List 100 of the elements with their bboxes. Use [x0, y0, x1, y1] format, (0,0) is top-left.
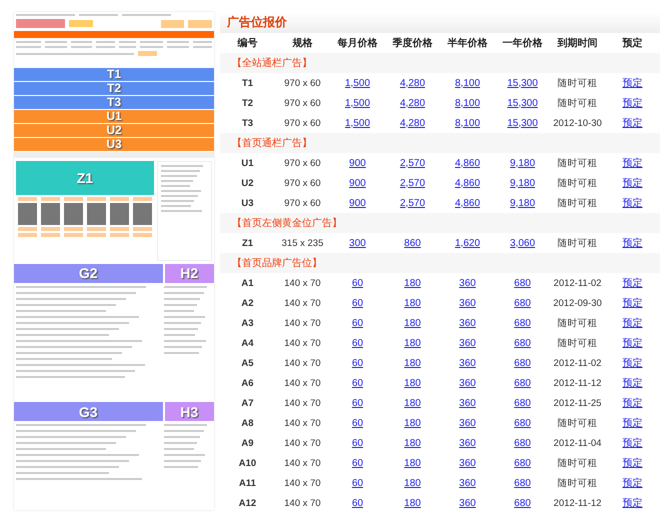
reserve-link[interactable]: 预定 — [622, 356, 642, 370]
reserve-link[interactable]: 预定 — [622, 96, 642, 110]
price-link[interactable]: 60 — [352, 478, 364, 488]
price-link[interactable]: 1,500 — [344, 118, 370, 128]
price-link[interactable]: 180 — [404, 358, 421, 368]
reserve-link[interactable]: 预定 — [622, 396, 642, 410]
reserve-link[interactable]: 预定 — [622, 336, 642, 350]
price-link[interactable]: 180 — [404, 398, 421, 408]
price-link[interactable]: 2,570 — [400, 178, 426, 188]
price-link[interactable]: 680 — [514, 278, 531, 288]
price-link[interactable]: 900 — [349, 158, 366, 168]
price-link[interactable]: 60 — [352, 298, 364, 308]
price-link[interactable]: 60 — [352, 418, 364, 428]
reserve-link[interactable]: 预定 — [622, 316, 642, 330]
price-link[interactable]: 8,100 — [454, 98, 480, 108]
price-link[interactable]: 60 — [352, 278, 364, 288]
price-link[interactable]: 60 — [352, 438, 364, 448]
price-link[interactable]: 680 — [514, 338, 531, 348]
price-link[interactable]: 15,300 — [507, 118, 538, 128]
price-link[interactable]: 1,500 — [344, 78, 370, 88]
price-link[interactable]: 4,280 — [400, 78, 426, 88]
price-link[interactable]: 180 — [404, 438, 421, 448]
reserve-link[interactable]: 预定 — [622, 196, 642, 210]
reserve-link[interactable]: 预定 — [622, 76, 642, 90]
price-link[interactable]: 680 — [514, 418, 531, 428]
price-link[interactable]: 360 — [459, 398, 476, 408]
table-cell-text: 2012-11-02 — [552, 276, 602, 290]
price-link[interactable]: 360 — [459, 478, 476, 488]
price-link[interactable]: 680 — [514, 398, 531, 408]
price-link[interactable]: 680 — [514, 438, 531, 448]
price-link[interactable]: 360 — [459, 378, 476, 388]
price-link[interactable]: 60 — [352, 358, 364, 368]
reserve-link[interactable]: 预定 — [622, 276, 642, 290]
reserve-link[interactable]: 预定 — [622, 156, 642, 170]
price-link[interactable]: 900 — [349, 178, 366, 188]
price-link[interactable]: 680 — [514, 298, 531, 308]
price-link[interactable]: 300 — [349, 238, 366, 248]
price-link[interactable]: 60 — [352, 378, 364, 388]
price-link[interactable]: 8,100 — [454, 78, 480, 88]
reserve-link[interactable]: 预定 — [622, 116, 642, 130]
price-link[interactable]: 360 — [459, 358, 476, 368]
price-link[interactable]: 3,060 — [510, 238, 536, 248]
reserve-link[interactable]: 预定 — [622, 496, 642, 510]
price-link[interactable]: 680 — [514, 318, 531, 328]
price-link[interactable]: 360 — [459, 278, 476, 288]
price-link[interactable]: 360 — [459, 458, 476, 468]
price-link[interactable]: 360 — [459, 498, 476, 508]
price-link[interactable]: 60 — [352, 318, 364, 328]
reserve-link[interactable]: 预定 — [622, 236, 642, 250]
price-link[interactable]: 180 — [404, 338, 421, 348]
price-link[interactable]: 4,860 — [454, 198, 480, 208]
price-link[interactable]: 9,180 — [510, 158, 536, 168]
price-link[interactable]: 4,860 — [454, 178, 480, 188]
price-link[interactable]: 360 — [459, 438, 476, 448]
price-link[interactable]: 4,860 — [454, 158, 480, 168]
price-link[interactable]: 8,100 — [454, 118, 480, 128]
reserve-link[interactable]: 预定 — [622, 476, 642, 490]
reserve-link[interactable]: 预定 — [622, 176, 642, 190]
price-link[interactable]: 180 — [404, 378, 421, 388]
price-link[interactable]: 180 — [404, 458, 421, 468]
price-link[interactable]: 9,180 — [510, 198, 536, 208]
price-link[interactable]: 680 — [514, 378, 531, 388]
reserve-link[interactable]: 预定 — [622, 436, 642, 450]
price-link[interactable]: 360 — [459, 318, 476, 328]
price-link[interactable]: 680 — [514, 498, 531, 508]
table-cell-text: 140 x 70 — [283, 496, 322, 510]
price-link[interactable]: 60 — [352, 498, 364, 508]
reserve-link[interactable]: 预定 — [622, 376, 642, 390]
price-link[interactable]: 15,300 — [507, 98, 538, 108]
price-link[interactable]: 1,500 — [344, 98, 370, 108]
price-link[interactable]: 900 — [349, 198, 366, 208]
price-link[interactable]: 1,620 — [454, 238, 480, 248]
reserve-link[interactable]: 预定 — [622, 416, 642, 430]
price-link[interactable]: 180 — [404, 298, 421, 308]
price-link[interactable]: 360 — [459, 338, 476, 348]
reserve-link[interactable]: 预定 — [622, 456, 642, 470]
table-cell-text: 随时可租 — [556, 456, 598, 470]
price-link[interactable]: 180 — [404, 418, 421, 428]
price-link[interactable]: 680 — [514, 458, 531, 468]
price-link[interactable]: 680 — [514, 358, 531, 368]
price-link[interactable]: 180 — [404, 498, 421, 508]
price-link[interactable]: 60 — [352, 458, 364, 468]
price-link[interactable]: 4,280 — [400, 98, 426, 108]
price-link[interactable]: 860 — [404, 238, 421, 248]
price-link[interactable]: 60 — [352, 338, 364, 348]
price-link[interactable]: 4,280 — [400, 118, 426, 128]
price-link[interactable]: 15,300 — [507, 78, 538, 88]
photo-placeholder — [132, 202, 152, 225]
price-link[interactable]: 360 — [459, 298, 476, 308]
price-link[interactable]: 9,180 — [510, 178, 536, 188]
price-link[interactable]: 180 — [404, 278, 421, 288]
table-cell-text: U2 — [240, 176, 255, 190]
price-link[interactable]: 180 — [404, 318, 421, 328]
reserve-link[interactable]: 预定 — [622, 296, 642, 310]
price-link[interactable]: 60 — [352, 398, 364, 408]
price-link[interactable]: 2,570 — [400, 158, 426, 168]
price-link[interactable]: 360 — [459, 418, 476, 428]
price-link[interactable]: 680 — [514, 478, 531, 488]
price-link[interactable]: 2,570 — [400, 198, 426, 208]
price-link[interactable]: 180 — [404, 478, 421, 488]
